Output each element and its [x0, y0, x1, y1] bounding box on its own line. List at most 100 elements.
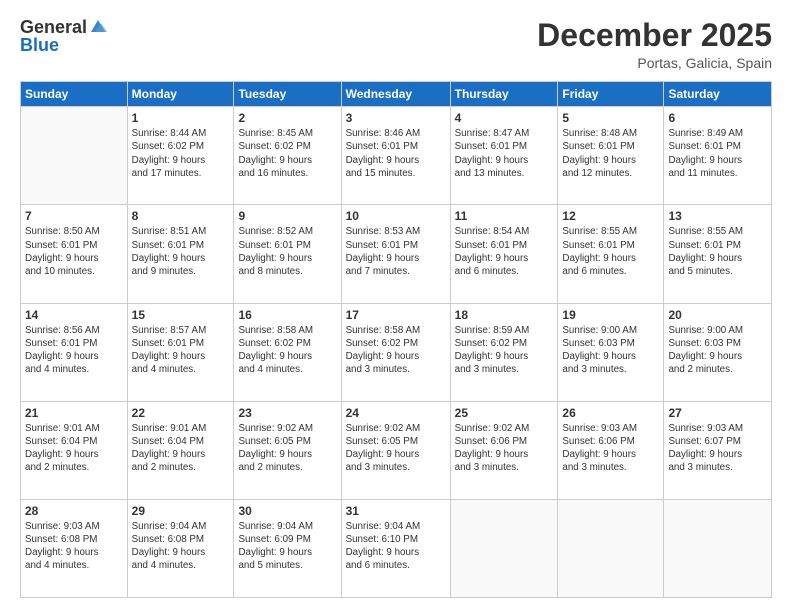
calendar-cell: 29 Sunrise: 9:04 AMSunset: 6:08 PMDayligh…: [127, 499, 234, 597]
page: General Blue December 2025 Portas, Galic…: [0, 0, 792, 612]
calendar-cell: 11Sunrise: 8:54 AMSunset: 6:01 PMDayligh…: [450, 205, 558, 303]
calendar-cell: 13 Sunrise: 8:55 AMSunset: 6:01 PMDayligh…: [664, 205, 772, 303]
col-friday: Friday: [558, 82, 664, 107]
calendar-cell: 23Sunrise: 9:02 AMSunset: 6:05 PMDayligh…: [234, 401, 341, 499]
logo: General Blue: [20, 18, 109, 54]
calendar-cell: 26 Sunrise: 9:03 AMSunset: 6:06 PMDayligh…: [558, 401, 664, 499]
calendar-cell: [450, 499, 558, 597]
day-info: Sunrise: 8:55 AMSunset: 6:01 PMDaylight:…: [562, 225, 659, 278]
day-info: Sunrise: 8:44 AMSunset: 6:02 PMDaylight:…: [132, 127, 230, 180]
day-info: Sunrise: 8:50 AMSunset: 6:01 PMDaylight:…: [25, 225, 123, 278]
day-info: Sunrise: 8:52 AMSunset: 6:01 PMDaylight:…: [238, 225, 336, 278]
calendar-header-row: Sunday Monday Tuesday Wednesday Thursday…: [21, 82, 772, 107]
day-number: 11: [455, 209, 554, 223]
calendar-cell: 12 Sunrise: 8:55 AMSunset: 6:01 PMDayligh…: [558, 205, 664, 303]
day-number: 6: [668, 111, 767, 125]
day-info: Sunrise: 8:56 AMSunset: 6:01 PMDaylight:…: [25, 324, 123, 377]
day-number: 31: [346, 504, 446, 518]
day-number: 9: [238, 209, 336, 223]
calendar-week-1: 7Sunrise: 8:50 AMSunset: 6:01 PMDaylight…: [21, 205, 772, 303]
day-number: 30: [238, 504, 336, 518]
col-tuesday: Tuesday: [234, 82, 341, 107]
calendar-cell: 30 Sunrise: 9:04 AMSunset: 6:09 PMDayligh…: [234, 499, 341, 597]
month-title: December 2025: [537, 18, 772, 53]
day-info: Sunrise: 9:03 AMSunset: 6:06 PMDaylight:…: [562, 422, 659, 475]
day-number: 12: [562, 209, 659, 223]
day-info: Sunrise: 9:02 AMSunset: 6:05 PMDaylight:…: [346, 422, 446, 475]
location: Portas, Galicia, Spain: [537, 55, 772, 71]
day-info: Sunrise: 8:55 AMSunset: 6:01 PMDaylight:…: [668, 225, 767, 278]
day-number: 14: [25, 308, 123, 322]
day-info: Sunrise: 8:57 AMSunset: 6:01 PMDaylight:…: [132, 324, 230, 377]
day-number: 21: [25, 406, 123, 420]
calendar-week-2: 14 Sunrise: 8:56 AMSunset: 6:01 PMDayligh…: [21, 303, 772, 401]
calendar-cell: 20 Sunrise: 9:00 AMSunset: 6:03 PMDayligh…: [664, 303, 772, 401]
calendar-cell: 6 Sunrise: 8:49 AMSunset: 6:01 PMDaylight…: [664, 107, 772, 205]
day-number: 13: [668, 209, 767, 223]
day-number: 2: [238, 111, 336, 125]
calendar-cell: 8Sunrise: 8:51 AMSunset: 6:01 PMDaylight…: [127, 205, 234, 303]
day-info: Sunrise: 8:46 AMSunset: 6:01 PMDaylight:…: [346, 127, 446, 180]
col-wednesday: Wednesday: [341, 82, 450, 107]
logo-icon: [87, 18, 109, 36]
day-number: 28: [25, 504, 123, 518]
calendar-cell: 5Sunrise: 8:48 AMSunset: 6:01 PMDaylight…: [558, 107, 664, 205]
day-number: 27: [668, 406, 767, 420]
header: General Blue December 2025 Portas, Galic…: [20, 18, 772, 71]
calendar-cell: 19 Sunrise: 9:00 AMSunset: 6:03 PMDayligh…: [558, 303, 664, 401]
calendar-cell: 24 Sunrise: 9:02 AMSunset: 6:05 PMDayligh…: [341, 401, 450, 499]
calendar-cell: 4Sunrise: 8:47 AMSunset: 6:01 PMDaylight…: [450, 107, 558, 205]
calendar-cell: 21 Sunrise: 9:01 AMSunset: 6:04 PMDayligh…: [21, 401, 128, 499]
day-number: 15: [132, 308, 230, 322]
col-sunday: Sunday: [21, 82, 128, 107]
day-info: Sunrise: 8:48 AMSunset: 6:01 PMDaylight:…: [562, 127, 659, 180]
day-number: 8: [132, 209, 230, 223]
day-number: 18: [455, 308, 554, 322]
col-thursday: Thursday: [450, 82, 558, 107]
calendar-cell: 17Sunrise: 8:58 AMSunset: 6:02 PMDayligh…: [341, 303, 450, 401]
calendar-cell: 16 Sunrise: 8:58 AMSunset: 6:02 PMDayligh…: [234, 303, 341, 401]
day-number: 23: [238, 406, 336, 420]
day-number: 3: [346, 111, 446, 125]
day-info: Sunrise: 8:58 AMSunset: 6:02 PMDaylight:…: [238, 324, 336, 377]
day-info: Sunrise: 9:00 AMSunset: 6:03 PMDaylight:…: [668, 324, 767, 377]
day-info: Sunrise: 8:45 AMSunset: 6:02 PMDaylight:…: [238, 127, 336, 180]
title-block: December 2025 Portas, Galicia, Spain: [537, 18, 772, 71]
logo-general-text: General: [20, 18, 87, 36]
day-number: 1: [132, 111, 230, 125]
calendar-cell: 14 Sunrise: 8:56 AMSunset: 6:01 PMDayligh…: [21, 303, 128, 401]
day-info: Sunrise: 9:04 AMSunset: 6:10 PMDaylight:…: [346, 520, 446, 573]
calendar-week-3: 21 Sunrise: 9:01 AMSunset: 6:04 PMDayligh…: [21, 401, 772, 499]
calendar-cell: 1 Sunrise: 8:44 AMSunset: 6:02 PMDaylight…: [127, 107, 234, 205]
day-info: Sunrise: 9:03 AMSunset: 6:08 PMDaylight:…: [25, 520, 123, 573]
day-number: 25: [455, 406, 554, 420]
calendar-cell: 9 Sunrise: 8:52 AMSunset: 6:01 PMDaylight…: [234, 205, 341, 303]
day-number: 17: [346, 308, 446, 322]
day-number: 26: [562, 406, 659, 420]
day-info: Sunrise: 9:00 AMSunset: 6:03 PMDaylight:…: [562, 324, 659, 377]
day-number: 20: [668, 308, 767, 322]
calendar-cell: 15 Sunrise: 8:57 AMSunset: 6:01 PMDayligh…: [127, 303, 234, 401]
day-info: Sunrise: 9:04 AMSunset: 6:09 PMDaylight:…: [238, 520, 336, 573]
calendar-week-0: 1 Sunrise: 8:44 AMSunset: 6:02 PMDaylight…: [21, 107, 772, 205]
calendar-cell: 2 Sunrise: 8:45 AMSunset: 6:02 PMDaylight…: [234, 107, 341, 205]
day-number: 29: [132, 504, 230, 518]
day-number: 19: [562, 308, 659, 322]
day-number: 24: [346, 406, 446, 420]
calendar-cell: 18Sunrise: 8:59 AMSunset: 6:02 PMDayligh…: [450, 303, 558, 401]
day-info: Sunrise: 9:01 AMSunset: 6:04 PMDaylight:…: [25, 422, 123, 475]
day-info: Sunrise: 8:53 AMSunset: 6:01 PMDaylight:…: [346, 225, 446, 278]
col-monday: Monday: [127, 82, 234, 107]
day-info: Sunrise: 8:49 AMSunset: 6:01 PMDaylight:…: [668, 127, 767, 180]
calendar-cell: [21, 107, 128, 205]
calendar-week-4: 28 Sunrise: 9:03 AMSunset: 6:08 PMDayligh…: [21, 499, 772, 597]
day-number: 16: [238, 308, 336, 322]
day-info: Sunrise: 9:04 AMSunset: 6:08 PMDaylight:…: [132, 520, 230, 573]
day-number: 22: [132, 406, 230, 420]
calendar-cell: 10Sunrise: 8:53 AMSunset: 6:01 PMDayligh…: [341, 205, 450, 303]
calendar-cell: 7Sunrise: 8:50 AMSunset: 6:01 PMDaylight…: [21, 205, 128, 303]
calendar-cell: 3 Sunrise: 8:46 AMSunset: 6:01 PMDaylight…: [341, 107, 450, 205]
calendar-cell: [664, 499, 772, 597]
calendar-cell: 31 Sunrise: 9:04 AMSunset: 6:10 PMDayligh…: [341, 499, 450, 597]
day-info: Sunrise: 9:01 AMSunset: 6:04 PMDaylight:…: [132, 422, 230, 475]
